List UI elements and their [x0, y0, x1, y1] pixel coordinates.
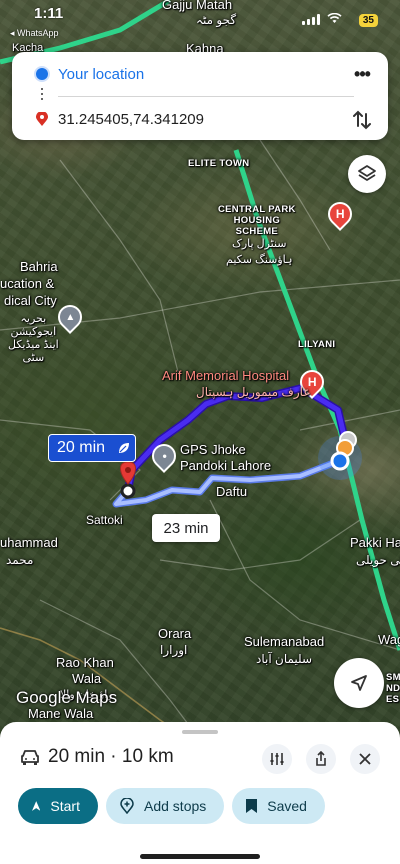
close-icon	[359, 753, 371, 765]
map-label-arif-hospital-urdu: عارف میموریل ہسپتال	[196, 385, 311, 399]
my-location-button[interactable]	[334, 658, 384, 708]
route-summary: 20 min · 10 km	[48, 746, 174, 767]
swap-vertical-icon	[353, 110, 371, 130]
more-options-button[interactable]: •••	[350, 62, 374, 86]
divider	[58, 96, 354, 97]
map-label-bahria-2: ucation &	[0, 276, 55, 291]
place-icon: ●	[161, 451, 167, 461]
map-label-sattoki: Sattoki	[86, 513, 123, 527]
layers-icon	[358, 165, 376, 181]
map-label-sulemanabad-urdu: سلیمان آباد	[256, 652, 313, 666]
navigation-arrow-icon	[351, 675, 367, 691]
start-button[interactable]: Start	[18, 788, 98, 824]
destination-field[interactable]: 31.245405,74.341209	[58, 111, 204, 128]
destination-row[interactable]: 31.245405,74.341209	[12, 104, 388, 134]
route-badge-23-min[interactable]: 23 min	[152, 514, 220, 542]
map-label-lilyani: LILYANI	[298, 339, 336, 350]
graduation-cap-icon: ▲	[65, 311, 75, 323]
map-label-rao-khan-2: Wala	[72, 671, 102, 686]
route-time-main: 20 min	[57, 439, 106, 456]
share-icon	[316, 751, 326, 766]
tune-icon	[270, 753, 284, 765]
origin-dot-icon	[36, 68, 48, 80]
map-label-orara-urdu: اورارا	[160, 643, 188, 657]
status-bar: 1:11 ◂ WhatsApp 35	[0, 0, 400, 40]
cellular-signal-icon	[302, 14, 320, 25]
map-label-daftu: Daftu	[216, 484, 248, 499]
battery-indicator: 35	[358, 14, 378, 27]
route-badge-20-min[interactable]: 20 min	[48, 434, 136, 462]
saved-label: Saved	[267, 798, 307, 814]
map-label-orara: Orara	[158, 626, 192, 641]
share-button[interactable]	[306, 744, 336, 774]
start-label: Start	[50, 798, 80, 814]
route-time-alt: 23 min	[163, 519, 209, 537]
destination-pin-icon	[36, 112, 48, 126]
map-label-central-park: CENTRAL PARK HOUSING SCHEME	[218, 204, 296, 237]
map-label-bahria-urdu: بحریہ ایجوکیشن اینڈ میڈیکل سٹی	[8, 313, 59, 364]
close-button[interactable]	[350, 744, 380, 774]
route-actions: Start Add stops Saved	[18, 788, 325, 824]
swap-directions-button[interactable]	[348, 106, 376, 134]
map-label-pakki: Pakki Hav	[350, 535, 400, 550]
map-label-pakki-urdu: پکی حویلی	[356, 553, 400, 567]
map-label-sulemanabad: Sulemanabad	[244, 634, 325, 649]
add-stops-label: Add stops	[144, 798, 207, 814]
google-maps-logo: Google Maps	[16, 688, 118, 707]
map-label-rao-khan-1: Rao Khan	[56, 655, 114, 670]
route-options-button[interactable]	[262, 744, 292, 774]
route-connector-dots	[41, 88, 43, 102]
add-stops-button[interactable]: Add stops	[106, 788, 225, 824]
map-label-bahria-3: dical City	[4, 293, 57, 308]
map-label-arif-hospital: Arif Memorial Hospital	[162, 368, 290, 383]
bookmark-icon	[246, 799, 258, 813]
directions-card: Your location ••• 31.245405,74.341209	[12, 52, 388, 140]
back-to-whatsapp[interactable]: ◂ WhatsApp	[10, 28, 59, 39]
map-label-wag: Wag	[378, 632, 400, 647]
saved-button[interactable]: Saved	[232, 788, 325, 824]
wifi-icon	[327, 12, 342, 27]
home-indicator	[140, 854, 260, 859]
navigation-icon	[32, 801, 41, 811]
map-label-central-park-urdu: سنٹرل پارک ہاؤسنگ سکیم	[226, 238, 293, 266]
origin-row[interactable]: Your location	[12, 59, 388, 89]
status-time: 1:11	[34, 5, 64, 22]
map-label-mane-wala: Mane Wala	[28, 706, 94, 721]
origin-field[interactable]: Your location	[58, 66, 144, 83]
map-label-bahria-1: Bahria	[20, 259, 58, 274]
sheet-drag-handle[interactable]	[182, 730, 218, 734]
hospital-icon: H	[335, 207, 345, 222]
map-label-indu: SM NDU ES	[386, 672, 400, 705]
eco-leaf-icon	[119, 443, 130, 453]
layers-button[interactable]	[348, 155, 386, 193]
car-icon	[21, 750, 39, 765]
map-label-gps: GPS Jhoke Pandoki Lahore	[180, 442, 272, 473]
add-location-icon	[120, 798, 134, 814]
map-label-elite-town: ELITE TOWN	[188, 158, 250, 169]
map-label-muhammad-urdu: محمد	[6, 553, 34, 567]
route-bottom-sheet: 20 min · 10 km Start Add stops Saved	[0, 722, 400, 864]
map-label-muhammad: uhammad	[0, 535, 58, 550]
